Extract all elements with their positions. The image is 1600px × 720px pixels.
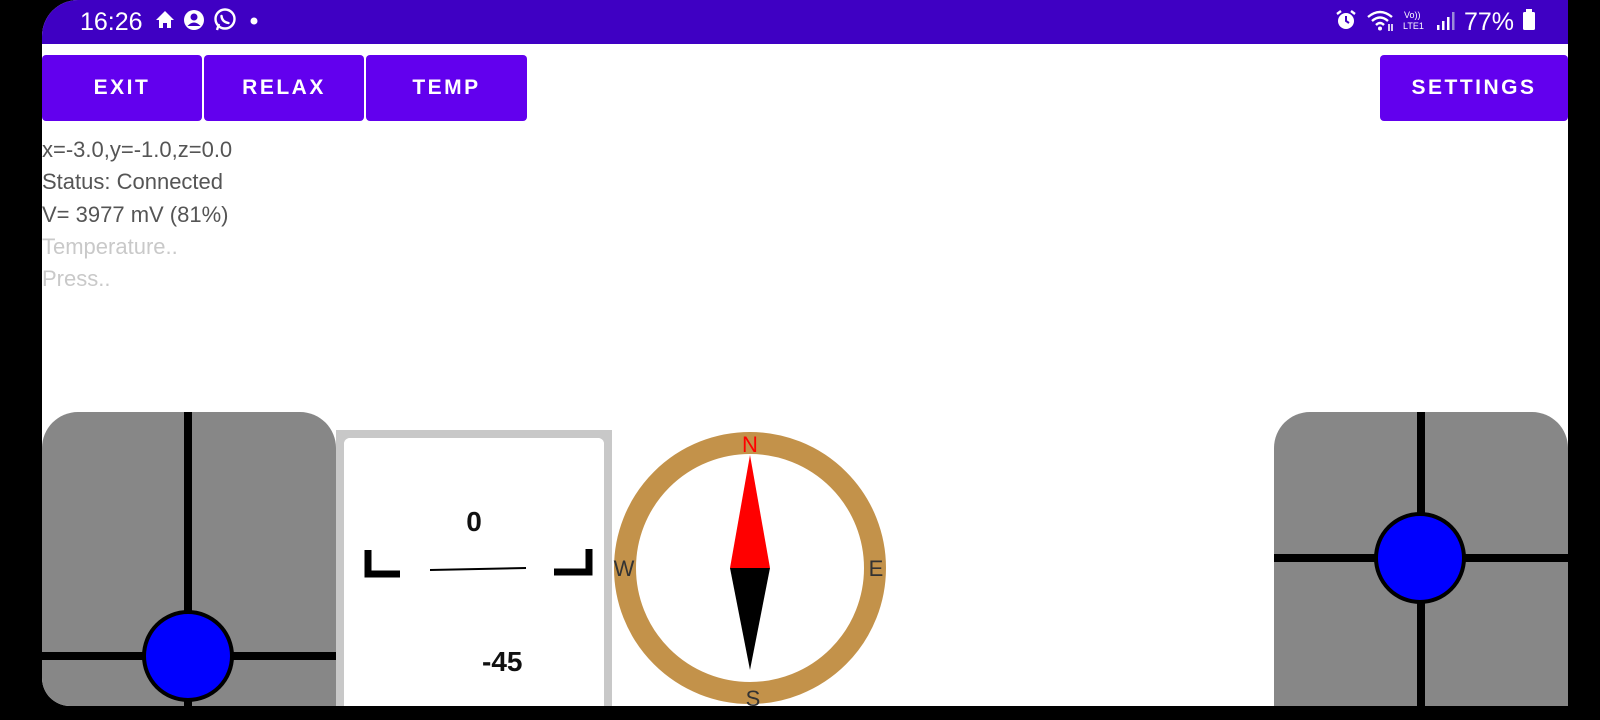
home-icon: [154, 9, 176, 36]
compass-needle-north: [730, 455, 770, 568]
pressure-readout: Press..: [42, 266, 111, 291]
alarm-icon: [1334, 8, 1358, 37]
temp-button[interactable]: TEMP: [366, 55, 527, 121]
status-notification-icons: [154, 7, 264, 38]
connection-status: Status: Connected: [42, 169, 224, 194]
battery-icon: [1522, 8, 1536, 37]
whatsapp-icon: [212, 7, 238, 38]
dot-icon: [244, 10, 264, 35]
left-joystick[interactable]: [42, 412, 336, 706]
volte-icon: Vo)) LTE1: [1402, 8, 1428, 37]
voltage-readout: V= 3977 mV (81%): [42, 202, 229, 227]
right-horizon-bracket: [554, 549, 593, 576]
compass-label-north: N: [742, 432, 758, 457]
compass-label-south: S: [746, 686, 761, 706]
left-horizon-bracket: [364, 550, 400, 578]
compass: N S E W: [612, 430, 888, 706]
horizon-line: [429, 567, 527, 571]
relax-button[interactable]: RELAX: [204, 55, 364, 121]
wifi-icon: [1366, 8, 1394, 37]
compass-dial: N S E W: [614, 432, 886, 706]
compass-label-west: W: [614, 556, 635, 581]
temperature-readout: Temperature..: [42, 234, 178, 259]
right-joystick[interactable]: [1274, 412, 1568, 706]
horizon-marks: [364, 549, 593, 578]
battery-percentage: 77%: [1463, 7, 1514, 36]
status-system-icons: Vo)) LTE1 77%: [1334, 8, 1536, 36]
accelerometer-readout: x=-3.0,y=-1.0,z=0.0: [42, 137, 233, 162]
left-joystick-knob[interactable]: [142, 610, 234, 702]
right-joystick-knob[interactable]: [1374, 512, 1466, 604]
status-bar: 16:26 Vo)) LTE1 77%: [42, 0, 1568, 44]
signal-icon: [1436, 9, 1456, 36]
attitude-bottom-value: -45: [482, 646, 523, 677]
app-screen: 16:26 Vo)) LTE1 77% EXIT RELAX TEMP SETT…: [42, 0, 1568, 706]
status-time: 16:26: [80, 8, 143, 36]
exit-button[interactable]: EXIT: [42, 55, 202, 121]
compass-needle-south: [730, 568, 770, 670]
svg-text:LTE1: LTE1: [1403, 21, 1424, 31]
account-icon: [182, 8, 206, 37]
compass-label-east: E: [869, 556, 884, 581]
svg-text:Vo)): Vo)): [1404, 10, 1421, 20]
attitude-panel: 0 -45: [344, 438, 604, 706]
settings-button[interactable]: SETTINGS: [1380, 55, 1568, 121]
attitude-indicator: 0 -45: [336, 430, 612, 706]
